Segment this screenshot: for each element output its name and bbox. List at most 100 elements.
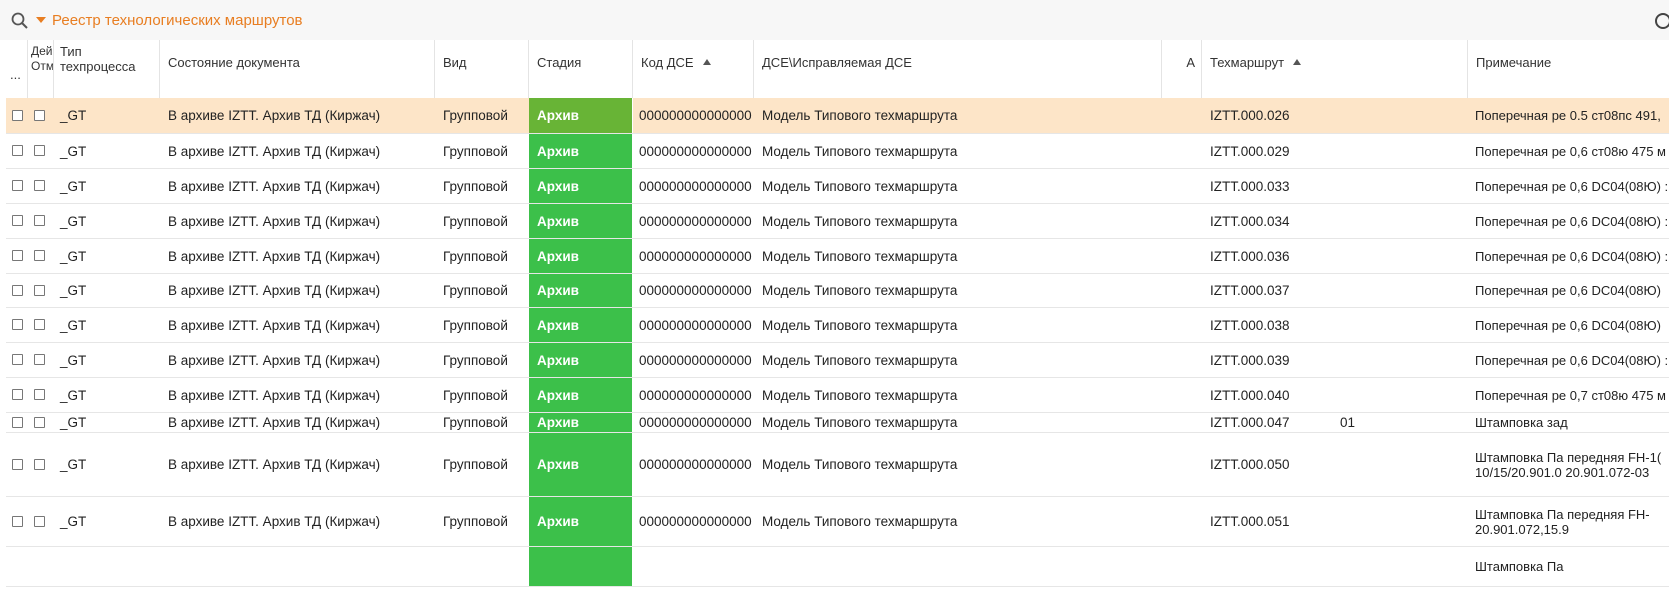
cell-kind[interactable]: Групповой <box>435 239 529 273</box>
cell-kind[interactable]: Групповой <box>435 169 529 203</box>
cell-code[interactable]: 000000000000000 <box>633 134 754 168</box>
caret-down-icon[interactable] <box>36 17 46 23</box>
cell-kind[interactable]: Групповой <box>435 204 529 238</box>
cell-stage[interactable]: Архив <box>529 378 633 412</box>
cell-dse[interactable]: Модель Типового техмаршрута <box>754 239 1162 273</box>
table-row[interactable]: _GT В архиве IZTT. Архив ТД (Киржач) Групп… <box>6 169 1669 204</box>
cell-extra[interactable] <box>1332 433 1468 496</box>
cell-type[interactable]: _GT <box>54 98 160 133</box>
cell-stage[interactable]: Архив <box>529 413 633 432</box>
column-header-route[interactable]: Техмаршрут <box>1202 40 1468 84</box>
cell-dse[interactable]: Модель Типового техмаршрута <box>754 134 1162 168</box>
cell-route[interactable]: IZTT.000.033 <box>1202 169 1332 203</box>
cell-code[interactable]: 000000000000000 <box>633 497 754 546</box>
table-row[interactable]: _GT В архиве IZTT. Архив ТД (Киржач) Групп… <box>6 239 1669 274</box>
cell-dse[interactable]: Модель Типового техмаршрута <box>754 413 1162 432</box>
row-select-checkbox[interactable] <box>12 389 23 400</box>
table-row[interactable]: _GT В архиве IZTT. Архив ТД (Киржач) Групп… <box>6 204 1669 239</box>
column-header-kind[interactable]: Вид <box>435 40 529 84</box>
cell-code[interactable]: 000000000000000 <box>633 433 754 496</box>
table-row[interactable]: _GT В архиве IZTT. Архив ТД (Киржач) Групп… <box>6 274 1669 308</box>
cell-type[interactable]: _GT <box>54 169 160 203</box>
column-header-dse-code[interactable]: Код ДСЕ <box>633 40 754 84</box>
cell-code[interactable]: 000000000000000 <box>633 378 754 412</box>
table-row[interactable]: _GT В архиве IZTT. Архив ТД (Киржач) Групп… <box>6 308 1669 343</box>
cell-stage[interactable]: Архив <box>529 204 633 238</box>
row-action-checkbox[interactable] <box>34 180 45 191</box>
cell-note[interactable]: Поперечная ре 0,6 ст08ю 475 м <box>1468 134 1669 168</box>
cell-code[interactable]: 000000000000000 <box>633 308 754 342</box>
cell-route[interactable]: IZTT.000.040 <box>1202 378 1332 412</box>
table-row[interactable]: _GT В архиве IZTT. Архив ТД (Киржач) Групп… <box>6 343 1669 378</box>
column-header-process-type[interactable]: Тип техпроцесса <box>54 40 160 84</box>
row-select-checkbox[interactable] <box>12 180 23 191</box>
cell-route[interactable]: IZTT.000.039 <box>1202 343 1332 377</box>
cell-note[interactable]: Поперечная ре 0,6 DC04(08Ю) : <box>1468 204 1669 238</box>
column-header-actions[interactable]: Дей Отм <box>28 40 54 84</box>
row-select-checkbox[interactable] <box>12 416 23 428</box>
cell-type[interactable]: _GT <box>54 378 160 412</box>
cell-stage[interactable]: Архив <box>529 274 633 307</box>
cell-code[interactable]: 000000000000000 <box>633 169 754 203</box>
cell-state[interactable]: В архиве IZTT. Архив ТД (Киржач) <box>160 274 435 307</box>
cell-stage[interactable]: Архив <box>529 343 633 377</box>
row-action-checkbox[interactable] <box>34 354 45 365</box>
row-select-checkbox[interactable] <box>12 354 23 365</box>
cell-note[interactable]: Поперечная ре 0,6 DC04(08Ю) : <box>1468 239 1669 273</box>
cell-state[interactable]: В архиве IZTT. Архив ТД (Киржач) <box>160 98 435 133</box>
cell-kind[interactable]: Групповой <box>435 497 529 546</box>
row-action-checkbox[interactable] <box>34 284 45 296</box>
table-row[interactable]: Штамповка Па <box>6 547 1669 587</box>
table-row[interactable]: _GT В архиве IZTT. Архив ТД (Киржач) Групп… <box>6 413 1669 433</box>
cell-route[interactable]: IZTT.000.036 <box>1202 239 1332 273</box>
table-row[interactable]: _GT В архиве IZTT. Архив ТД (Киржач) Групп… <box>6 98 1669 134</box>
row-select-checkbox[interactable] <box>12 319 23 330</box>
cell-extra[interactable] <box>1332 204 1468 238</box>
cell-state[interactable]: В архиве IZTT. Архив ТД (Киржач) <box>160 378 435 412</box>
column-header-a[interactable]: А <box>1162 40 1202 84</box>
cell-state[interactable]: В архиве IZTT. Архив ТД (Киржач) <box>160 433 435 496</box>
cell-state[interactable]: В архиве IZTT. Архив ТД (Киржач) <box>160 413 435 432</box>
cell-type[interactable]: _GT <box>54 134 160 168</box>
cell-state[interactable]: В архиве IZTT. Архив ТД (Киржач) <box>160 497 435 546</box>
cell-type[interactable]: _GT <box>54 204 160 238</box>
cell-route[interactable] <box>1202 547 1332 586</box>
row-action-checkbox[interactable] <box>34 215 45 226</box>
cell-route[interactable]: IZTT.000.047 <box>1202 413 1332 432</box>
column-header-dse[interactable]: ДСЕ\Исправляемая ДСЕ <box>754 40 1162 84</box>
cell-note[interactable]: Поперечная ре 0,6 DC04(08Ю) <box>1468 274 1669 307</box>
cell-note[interactable]: Штамповка зад <box>1468 413 1669 432</box>
cell-state[interactable]: В архиве IZTT. Архив ТД (Киржач) <box>160 308 435 342</box>
cell-route[interactable]: IZTT.000.029 <box>1202 134 1332 168</box>
cell-type[interactable]: _GT <box>54 497 160 546</box>
cell-state[interactable]: В архиве IZTT. Архив ТД (Киржач) <box>160 239 435 273</box>
cell-type[interactable]: _GT <box>54 239 160 273</box>
cell-route[interactable]: IZTT.000.050 <box>1202 433 1332 496</box>
cell-kind[interactable]: Групповой <box>435 343 529 377</box>
cell-stage[interactable]: Архив <box>529 169 633 203</box>
column-header-doc-state[interactable]: Состояние документа <box>160 40 435 84</box>
row-action-checkbox[interactable] <box>34 416 45 428</box>
cell-state[interactable]: В архиве IZTT. Архив ТД (Киржач) <box>160 204 435 238</box>
cell-stage[interactable]: Архив <box>529 239 633 273</box>
cell-dse[interactable] <box>754 547 1162 586</box>
cell-extra[interactable] <box>1332 308 1468 342</box>
column-header-note[interactable]: Примечание <box>1468 40 1669 84</box>
cell-route[interactable]: IZTT.000.037 <box>1202 274 1332 307</box>
cell-code[interactable]: 000000000000000 <box>633 239 754 273</box>
row-action-checkbox[interactable] <box>34 145 45 156</box>
row-action-checkbox[interactable] <box>34 458 45 470</box>
cell-code[interactable]: 000000000000000 <box>633 204 754 238</box>
cell-code[interactable]: 000000000000000 <box>633 413 754 432</box>
cell-kind[interactable]: Групповой <box>435 98 529 133</box>
cell-type[interactable] <box>54 547 160 586</box>
cell-extra[interactable]: 01 <box>1332 413 1468 432</box>
cell-note[interactable]: Поперечная ре 0,7 ст08ю 475 м <box>1468 378 1669 412</box>
cell-type[interactable]: _GT <box>54 308 160 342</box>
cell-state[interactable] <box>160 547 435 586</box>
cell-route[interactable]: IZTT.000.038 <box>1202 308 1332 342</box>
cell-kind[interactable]: Групповой <box>435 433 529 496</box>
cell-dse[interactable]: Модель Типового техмаршрута <box>754 433 1162 496</box>
row-action-checkbox[interactable] <box>34 319 45 330</box>
cell-state[interactable]: В архиве IZTT. Архив ТД (Киржач) <box>160 134 435 168</box>
